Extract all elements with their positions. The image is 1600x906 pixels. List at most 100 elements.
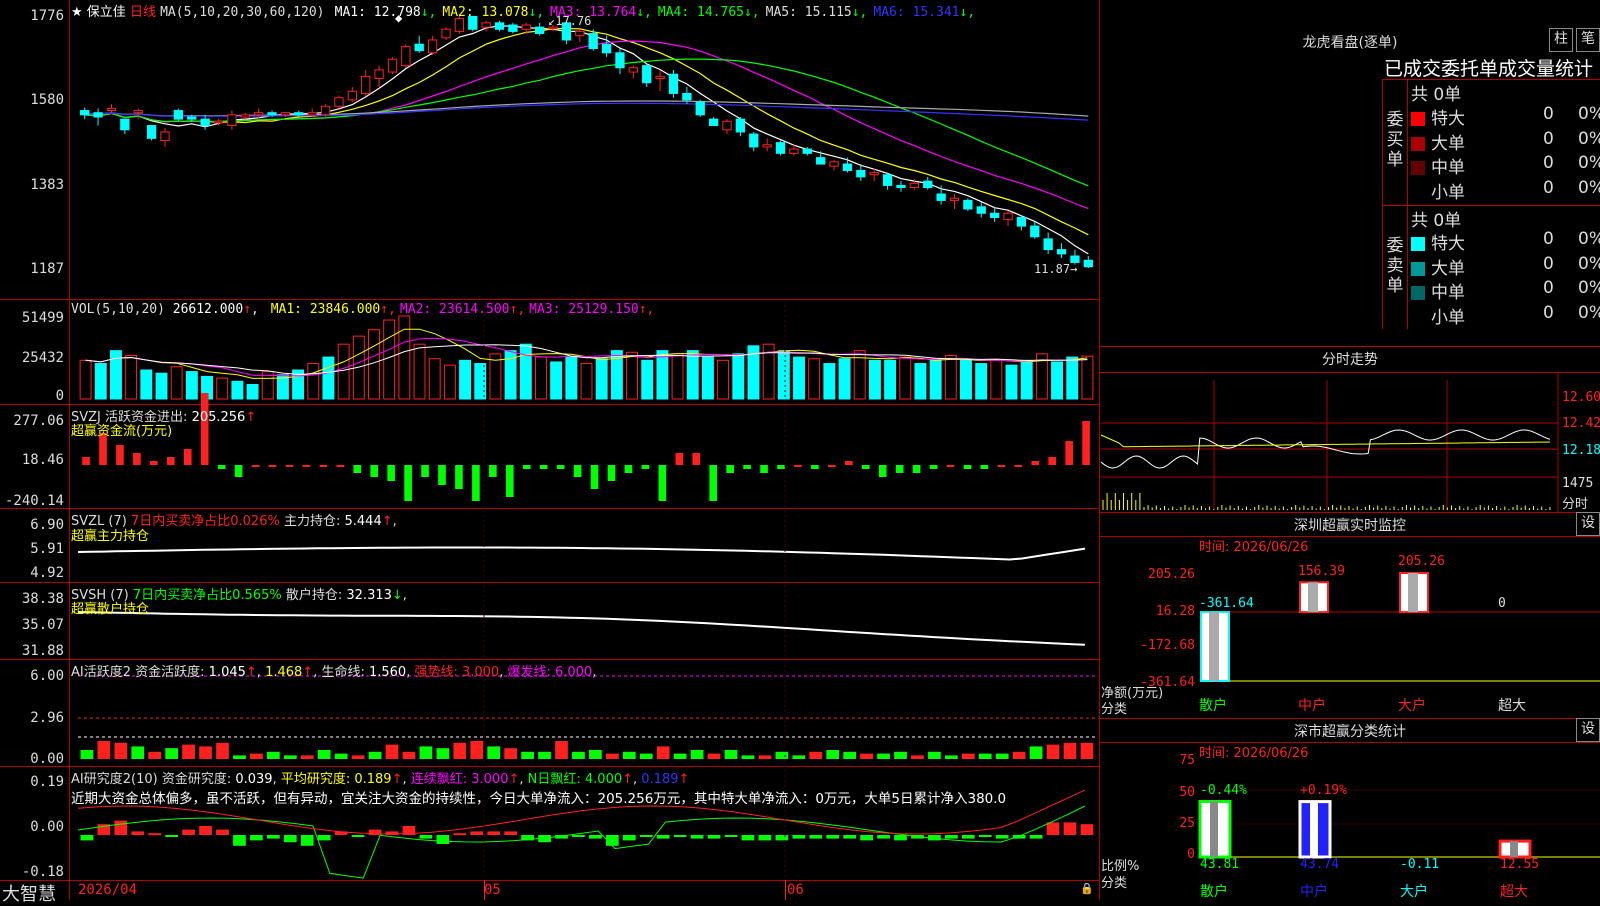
buy-count-0: 0	[1543, 104, 1554, 124]
monitor-top	[1100, 512, 1600, 513]
ai1-bar	[351, 755, 365, 759]
svsh-ylabel-0: 38.38	[21, 591, 64, 607]
svzj-bar	[489, 465, 497, 477]
candle-body	[200, 118, 210, 127]
buy-swatch-1	[1411, 136, 1425, 151]
period-label[interactable]: 日线	[130, 5, 156, 20]
candle-body	[856, 169, 866, 178]
ai2-bar	[843, 835, 857, 839]
monitor-settings-button[interactable]: 设	[1576, 512, 1600, 536]
deal-mode-button[interactable]: 笔	[1576, 28, 1600, 52]
svzj-bar	[522, 465, 531, 469]
ai2-bar	[114, 820, 128, 835]
ai1-bar	[148, 751, 162, 759]
candle-body	[829, 161, 839, 167]
classify-bottom-value-1: 43.74	[1300, 857, 1340, 872]
sell-name-2: 中单	[1431, 283, 1465, 303]
sell-swatch-2	[1411, 286, 1425, 300]
kline-chart-canvas[interactable]: ◆	[0, 0, 1100, 900]
ai2-bar	[1080, 824, 1094, 835]
ai2-bar	[351, 835, 365, 837]
classify-cat-3: 超大	[1500, 884, 1528, 900]
lock-icon[interactable]: 🔒	[1080, 882, 1094, 895]
ai1-bar	[1063, 742, 1077, 759]
ma-values: MA1: 12.798↓, MA2: 13.078↓, MA3: 13.764↓, M…	[329, 5, 976, 20]
candle-body	[521, 24, 531, 30]
ai2-bar	[877, 835, 890, 839]
monitor-ylabel-0: 205.26	[1148, 567, 1195, 582]
volume-bar	[246, 383, 259, 400]
ai2-bar	[961, 835, 975, 839]
volume-bar	[216, 377, 229, 400]
sell-pct-3: 0%	[1578, 302, 1600, 323]
volume-bar	[671, 353, 684, 400]
monitor-value-3: 0	[1498, 596, 1506, 611]
ai1-bar	[419, 746, 433, 759]
monitor-value-0: -361.64	[1199, 596, 1254, 611]
ai2-bar	[995, 835, 1009, 839]
ai1-bar	[1046, 744, 1060, 759]
svzj-bar	[251, 465, 260, 467]
column-mode-button[interactable]: 柱	[1549, 28, 1573, 52]
ai1-bar	[792, 755, 806, 759]
buy-pct-2: 0%	[1578, 153, 1600, 173]
volume-bar	[1051, 361, 1064, 400]
candle-body	[173, 110, 184, 120]
classify-cat-2: 大户	[1400, 884, 1428, 900]
ai2-bar	[80, 835, 94, 841]
fenshi-ylabel-0: 12.60	[1562, 390, 1600, 405]
monitor-hdr-bottom	[1100, 536, 1600, 537]
monitor-title: 深圳超赢实时监控	[1294, 518, 1406, 534]
ai2-bar	[233, 835, 246, 846]
classify-settings-button[interactable]: 设	[1576, 718, 1600, 742]
svzj-bar	[336, 465, 345, 467]
candle-body	[334, 97, 344, 107]
ai2-bar	[690, 835, 704, 839]
ai2-bar	[656, 835, 670, 839]
candle-body	[307, 112, 317, 116]
volume-bar	[1081, 355, 1094, 400]
ai2-bar	[792, 835, 806, 839]
candle-body	[1056, 249, 1067, 255]
classify-ylabel-1: 50	[1179, 785, 1195, 800]
classify-axis-label2: 分类	[1101, 876, 1128, 891]
ai2-bar	[453, 833, 467, 836]
ai1-bar	[504, 748, 518, 759]
svzj-bar	[844, 461, 853, 465]
ai2-bar	[894, 835, 907, 841]
volume-bar	[155, 372, 168, 400]
svzj-bar	[946, 465, 955, 467]
ai1-bar	[589, 750, 602, 759]
stock-name[interactable]: 保立佳	[87, 5, 126, 20]
xaxis-tick-jun	[785, 880, 786, 900]
candle-body	[642, 65, 652, 84]
star-icon[interactable]: ★	[71, 5, 83, 20]
lhb-subtitle: 已成交委托单成交量统计	[1384, 58, 1594, 80]
brand-logo: 大智慧	[2, 884, 56, 905]
candle-body	[628, 67, 638, 73]
svzj-bar	[607, 465, 616, 481]
volume-bar	[94, 363, 107, 400]
volume-bar	[580, 363, 593, 400]
ai2-bar	[707, 835, 721, 839]
volume-bar	[777, 350, 790, 400]
buy-pct-0: 0%	[1578, 104, 1600, 124]
svzj-bar	[319, 465, 328, 467]
candle-body	[240, 114, 250, 118]
buy-side-label: 委买单	[1386, 110, 1404, 170]
ai2-legend: AI研究度2(10) 资金研究度: 0.039, 平均研究度: 0.189↑, …	[71, 772, 690, 787]
svzj-bar	[912, 465, 921, 473]
candle-body	[106, 107, 117, 112]
candle-body	[1083, 259, 1093, 268]
candle-body	[347, 90, 357, 101]
ai1-bar	[758, 755, 772, 759]
buy-name-2: 中单	[1431, 158, 1465, 178]
sell-count-1: 0	[1543, 253, 1554, 274]
svzj-bar	[895, 465, 904, 473]
volume-bar	[185, 371, 198, 400]
svzj-bar	[963, 465, 972, 469]
candle-body	[909, 182, 919, 189]
candle-body	[1003, 212, 1013, 221]
svzj-ylabel-2: -240.14	[4, 493, 64, 509]
candle-body	[387, 58, 398, 73]
